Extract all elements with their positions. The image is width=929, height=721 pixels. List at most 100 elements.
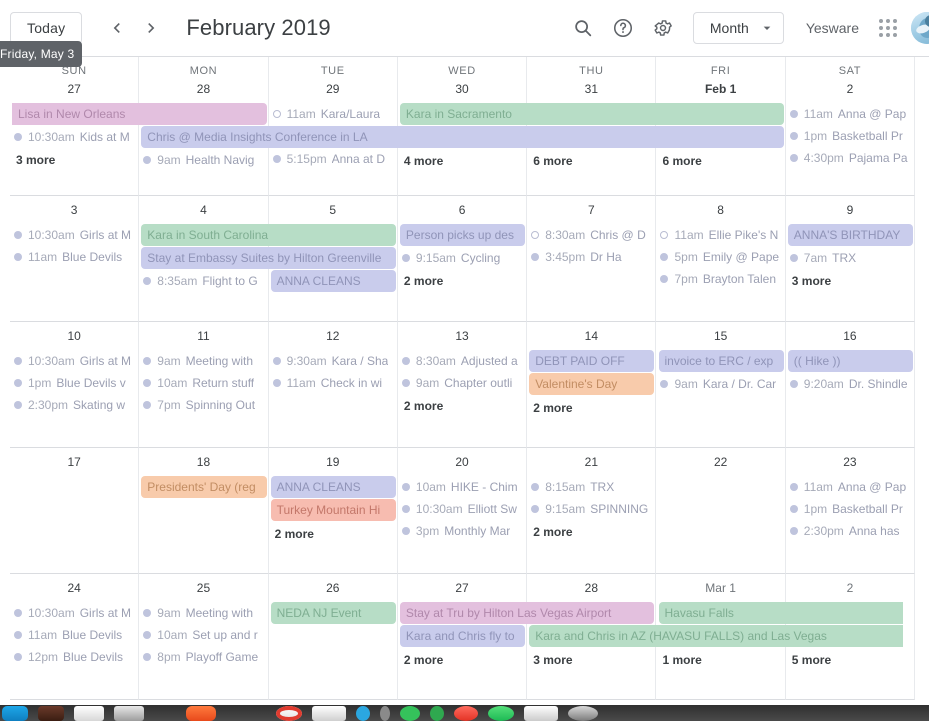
yesware-link[interactable]: Yesware [806, 20, 859, 36]
more-events-link[interactable]: 3 more [12, 148, 136, 170]
day-number[interactable]: 4 [139, 198, 267, 224]
day-number[interactable]: 10 [10, 324, 138, 350]
preview-icon[interactable] [488, 706, 514, 721]
calendar-event-timed[interactable]: 10:30am Girls at M [12, 224, 136, 246]
day-number[interactable]: 3 [10, 198, 138, 224]
calendar-event-timed[interactable]: 4:30pm Pajama Pa [788, 147, 912, 169]
day-number[interactable]: 30 [398, 77, 526, 103]
day-number[interactable]: 2 [786, 77, 914, 103]
calendar-event-timed[interactable]: 7pm Brayton Talen [658, 268, 782, 290]
calendar-event-timed[interactable]: 9am Meeting with [141, 350, 265, 372]
day-number[interactable]: 2 [786, 576, 914, 602]
day-number[interactable]: 18 [139, 450, 267, 476]
calendar-event-timed[interactable]: 10:30am Girls at M [12, 602, 136, 624]
day-number[interactable]: 7 [527, 198, 655, 224]
calendar-event-banner[interactable]: Kara and Chris fly to [399, 625, 526, 647]
calendar-event-timed[interactable]: 10am HIKE - Chim [400, 476, 524, 498]
day-number[interactable]: 24 [10, 576, 138, 602]
calendar-day-cell[interactable]: 16 9:20am Dr. Shindle [785, 322, 916, 448]
spotify-icon[interactable] [454, 706, 478, 721]
more-events-link[interactable]: 4 more [400, 149, 524, 171]
calendar-event-timed[interactable]: 9:20am Dr. Shindle [788, 373, 912, 395]
calendar-day-cell[interactable]: 12 9:30am Kara / Sha 11am Check in wi [268, 322, 398, 448]
photos-icon[interactable] [400, 706, 420, 721]
day-number[interactable]: 9 [786, 198, 914, 224]
pages-icon[interactable] [276, 706, 302, 721]
calendar-event-banner[interactable]: Turkey Mountain Hi [270, 499, 396, 521]
calendar-event-timed[interactable]: 10:30am Elliott Sw [400, 498, 524, 520]
calendar-event-banner[interactable]: DEBT PAID OFF [529, 350, 655, 372]
day-number[interactable]: 13 [398, 324, 526, 350]
calendar-event-banner[interactable]: Chris @ Media Insights Conference in LA [141, 126, 784, 148]
day-number[interactable]: 20 [398, 450, 526, 476]
messages-icon[interactable] [380, 706, 390, 721]
more-events-link[interactable]: 3 more [529, 648, 653, 670]
day-number[interactable]: 17 [10, 450, 138, 476]
calendar-event-timed[interactable]: 11am Anna @ Pap [788, 476, 912, 498]
search-button[interactable] [563, 8, 603, 48]
calendar-event-timed[interactable]: 3:45pm Dr Ha [529, 246, 653, 268]
calendar-day-cell[interactable]: 6 9:15am Cycling 2 more [397, 196, 528, 322]
calendar-event-banner[interactable]: Kara in South Carolina [141, 224, 396, 246]
calendar-day-cell[interactable]: 22 [656, 448, 786, 574]
day-number[interactable]: 28 [139, 77, 267, 103]
system-prefs-icon[interactable] [524, 706, 558, 721]
calendar-event-banner[interactable]: Havasu Falls [658, 602, 904, 624]
day-number[interactable]: 14 [527, 324, 655, 350]
day-number[interactable]: 31 [527, 77, 655, 103]
calendar-event-banner[interactable]: Person picks up des [399, 224, 526, 246]
calendar-day-cell[interactable]: SUN 27 10:30am Kids at M3 more [10, 57, 140, 196]
calendar-event-timed[interactable]: 11am Ellie Pike's N [658, 224, 782, 246]
more-events-link[interactable]: 2 more [400, 269, 524, 291]
more-events-link[interactable]: 2 more [529, 520, 653, 542]
calendar-event-banner[interactable]: invoice to ERC / exp [658, 350, 784, 372]
calendar-event-banner[interactable]: Kara and Chris in AZ (HAVASU FALLS) and … [529, 625, 904, 647]
calendar-event-timed[interactable]: 10am Set up and r [141, 624, 265, 646]
day-number[interactable]: 11 [139, 324, 267, 350]
calendar-day-cell[interactable]: 13 8:30am Adjusted a 9am Chapter outli 2 more [397, 322, 528, 448]
calendar-day-cell[interactable]: 3 10:30am Girls at M 11am Blue Devils [10, 196, 140, 322]
calendar-event-timed[interactable]: 10:30am Girls at M [12, 350, 136, 372]
day-number[interactable]: 21 [527, 450, 655, 476]
day-number[interactable]: 28 [527, 576, 655, 602]
more-events-link[interactable]: 1 more [658, 648, 782, 670]
previous-period-button[interactable] [100, 11, 134, 45]
calendar-event-timed[interactable]: 5:15pm Anna at D [271, 148, 395, 170]
day-number[interactable]: Mar 1 [656, 576, 784, 602]
calendar-day-cell[interactable]: 10 10:30am Girls at M 1pm Blue Devils v 2:30p… [10, 322, 140, 448]
calendar-event-timed[interactable]: 8:30am Adjusted a [400, 350, 524, 372]
day-number[interactable]: 22 [656, 450, 784, 476]
calendar-event-banner[interactable]: ANNA'S BIRTHDAY [787, 224, 914, 246]
day-number[interactable]: 27 [10, 77, 138, 103]
calendar-event-timed[interactable]: 11am Blue Devils [12, 246, 136, 268]
more-events-link[interactable]: 2 more [271, 522, 395, 544]
calendar-day-cell[interactable]: SAT 2 11am Anna @ Pap 1pm Basketball Pr 4:30pm… [785, 57, 916, 196]
dock-icon[interactable] [568, 706, 598, 721]
calendar-event-timed[interactable]: 8pm Playoff Game [141, 646, 265, 668]
calendar-day-cell[interactable]: 11 9am Meeting with 10am Return stuff 7pm Spin… [139, 322, 269, 448]
day-number[interactable]: 23 [786, 450, 914, 476]
maps-icon[interactable] [356, 706, 370, 721]
day-number[interactable]: 25 [139, 576, 267, 602]
apps-grid-icon[interactable] [871, 11, 905, 45]
more-events-link[interactable]: 2 more [400, 648, 524, 670]
help-button[interactable] [603, 8, 643, 48]
reminders-icon[interactable] [186, 706, 216, 721]
day-number[interactable]: Feb 1 [656, 77, 784, 103]
calendar-day-cell[interactable]: 24 10:30am Girls at M 11am Blue Devils 12pm Bl… [10, 574, 140, 700]
day-number[interactable]: 16 [786, 324, 914, 350]
calendar-day-cell[interactable]: 8 11am Ellie Pike's N 5pm Emily @ Pape 7pm Bra… [656, 196, 786, 322]
calendar-day-cell[interactable]: 25 9am Meeting with 10am Set up and r 8pm Play… [139, 574, 269, 700]
calendar-day-cell[interactable]: 26 [268, 574, 398, 700]
calendar-event-banner[interactable]: Stay at Tru by Hilton Las Vegas Airport [399, 602, 655, 624]
music-icon[interactable] [312, 706, 346, 721]
calendar-event-timed[interactable]: 2:30pm Anna has [788, 520, 912, 542]
day-number[interactable]: 26 [269, 576, 397, 602]
calendar-event-timed[interactable]: 7pm Spinning Out [141, 394, 265, 416]
calendar-event-banner[interactable]: ANNA CLEANS [270, 476, 396, 498]
calendar-event-banner[interactable]: ANNA CLEANS [270, 270, 396, 292]
calendar-event-timed[interactable]: 9:15am SPINNING [529, 498, 653, 520]
calendar-event-timed[interactable]: 8:30am Chris @ D [529, 224, 653, 246]
calendar-event-timed[interactable]: 11am Check in wi [271, 372, 395, 394]
calendar-event-timed[interactable]: 1pm Basketball Pr [788, 498, 912, 520]
